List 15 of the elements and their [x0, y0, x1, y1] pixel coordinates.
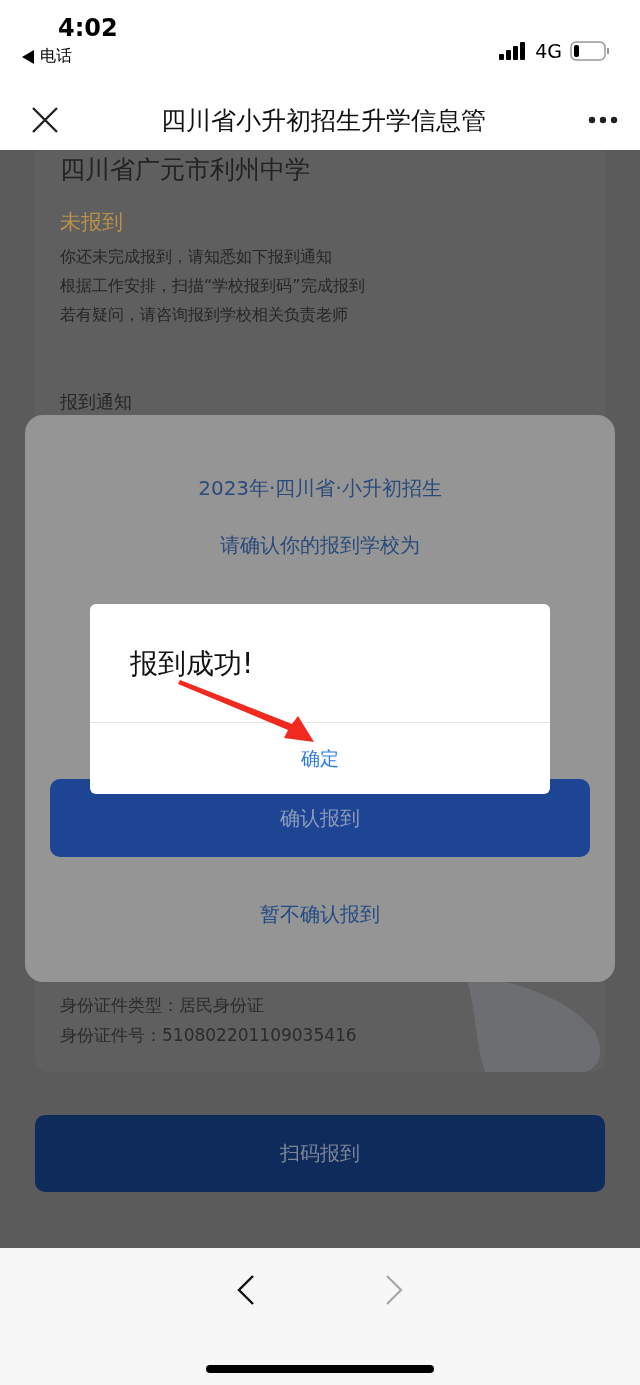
back-to-app-link[interactable]: 电话	[40, 46, 72, 67]
registration-status: 未报到	[60, 209, 123, 236]
network-label: 4G	[535, 40, 562, 62]
notice-line: 若有疑问，请咨询报到学校相关负责老师	[60, 304, 348, 326]
alert-message: 报到成功!	[130, 647, 254, 680]
section-title: 报到通知	[60, 390, 132, 414]
school-name: 四川省广元市利州中学	[60, 154, 310, 186]
clock-time: 4:02	[58, 14, 118, 42]
notice-line: 根据工作安排，扫描“学校报到码”完成报到	[60, 275, 365, 297]
dialog-subtitle: 请确认你的报到学校为	[220, 532, 420, 559]
page-title: 四川省小升初招生升学信息管	[160, 104, 486, 137]
cancel-register-button[interactable]: 暂不确认报到	[252, 897, 388, 932]
scan-register-button[interactable]: 扫码报到	[35, 1115, 605, 1192]
notice-line: 你还未完成报到，请知悉如下报到通知	[60, 246, 332, 268]
dialog-title: 2023年·四川省·小升初招生	[198, 475, 442, 502]
